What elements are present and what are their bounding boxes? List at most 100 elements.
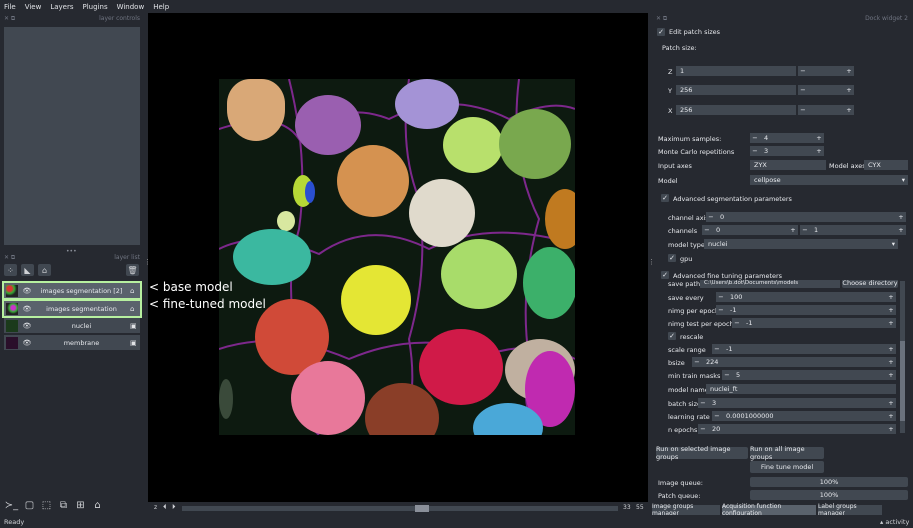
activity-indicator[interactable]: ▴ activity <box>880 518 909 526</box>
bsize-stepper[interactable]: −224 + <box>692 357 896 367</box>
eye-icon[interactable]: 👁 <box>21 287 33 295</box>
chevron-down-icon: ▾ <box>891 240 895 248</box>
dims-slider[interactable] <box>182 505 618 512</box>
gpu-checkbox[interactable]: ✓ <box>668 254 676 262</box>
run-all-button[interactable]: Run on all image groups <box>750 445 824 461</box>
scrollbar-thumb[interactable] <box>900 341 905 421</box>
terminal-icon: ≻_ <box>4 499 19 511</box>
menu-file[interactable]: File <box>4 3 16 11</box>
annotation-base-model: < base model <box>149 280 233 294</box>
menu-view[interactable]: View <box>25 3 42 11</box>
tab-label-groups-manager[interactable]: Label groups manager <box>818 503 882 517</box>
bsize-label: bsize <box>668 359 685 367</box>
menu-help[interactable]: Help <box>153 3 169 11</box>
toggle-ndisplay-button[interactable]: ▢ <box>22 498 37 512</box>
play-forward-button[interactable]: ⏵ <box>172 503 176 512</box>
z-input[interactable]: 1 <box>676 66 796 76</box>
shapes-icon: ◣ <box>24 265 31 275</box>
layer-name: membrane <box>63 338 100 347</box>
x-stepper[interactable]: − + <box>798 105 854 115</box>
model-select-value: cellpose <box>754 176 781 184</box>
new-shapes-layer-button[interactable]: ◣ <box>21 264 34 276</box>
delete-layer-button[interactable]: 🗑 <box>126 264 139 276</box>
fine-tune-scrollbar[interactable] <box>900 281 905 433</box>
y-stepper[interactable]: − + <box>798 85 854 95</box>
n-epochs-stepper[interactable]: −20 + <box>698 424 896 434</box>
layer-row-images-segmentation[interactable]: 👁 images segmentation ⌂ <box>2 299 142 318</box>
dims-slider-bar: z ⏴ ⏵ 33 55 <box>148 502 648 515</box>
close-icon[interactable]: ✕ ⧉ <box>4 15 15 23</box>
image-queue-progress: 100% <box>750 477 908 487</box>
image-icon: ▣ <box>130 338 137 347</box>
min-masks-stepper[interactable]: −5 + <box>722 370 896 380</box>
adv-seg-checkbox[interactable]: ✓ <box>661 194 669 202</box>
input-axes-input[interactable]: ZYX <box>750 160 826 170</box>
nucleus-mask <box>295 95 361 155</box>
model-type-select[interactable]: nuclei ▾ <box>704 239 898 249</box>
run-selected-button[interactable]: Run on selected image groups <box>656 445 748 461</box>
home-button[interactable]: ⌂ <box>90 498 105 512</box>
adv-ft-label: Advanced fine tuning parameters <box>673 272 783 280</box>
nucleus-mask <box>409 179 475 247</box>
menu-plugins[interactable]: Plugins <box>83 3 108 11</box>
transpose-button[interactable]: ⧉ <box>56 498 71 512</box>
choose-directory-button[interactable]: Choose directory <box>842 280 898 288</box>
layer-thumbnail <box>6 336 18 349</box>
play-backward-button[interactable]: ⏴ <box>163 503 167 512</box>
edit-patch-checkbox[interactable]: ✓ <box>657 28 665 36</box>
x-input[interactable]: 256 <box>676 105 796 115</box>
save-every-stepper[interactable]: −100 + <box>716 292 896 302</box>
nimg-stepper[interactable]: − -1 + <box>716 305 896 315</box>
viewer-canvas[interactable] <box>148 13 648 502</box>
layer-thumbnail <box>6 284 18 297</box>
model-name-input[interactable]: nuclei_ft <box>706 384 896 394</box>
close-icon[interactable]: ✕ ⧉ <box>656 15 667 23</box>
max-samples-label: Maximum samples: <box>658 135 722 143</box>
scale-range-stepper[interactable]: − -1 + <box>712 344 896 354</box>
batch-size-stepper[interactable]: −3 + <box>698 398 896 408</box>
model-select[interactable]: cellpose ▾ <box>750 175 908 185</box>
tab-acquisition-function[interactable]: Acquisition function configuration <box>722 503 816 517</box>
learning-rate-stepper[interactable]: −0.0001000000 + <box>712 411 896 421</box>
new-points-layer-button[interactable]: ⁘ <box>4 264 17 276</box>
nucleus-mask <box>291 361 365 435</box>
x-label: X <box>668 107 673 115</box>
mc-stepper[interactable]: −3 + <box>750 146 824 156</box>
nucleus-mask <box>277 211 295 231</box>
console-button[interactable]: ≻_ <box>4 498 19 512</box>
channels-a-stepper[interactable]: −0 + <box>702 225 798 235</box>
close-icon[interactable]: ✕ ⧉ <box>4 254 15 262</box>
layer-row-nuclei[interactable]: 👁 nuclei ▣ <box>4 318 140 333</box>
eye-icon[interactable]: 👁 <box>21 322 33 330</box>
nucleus-mask <box>305 181 315 203</box>
layer-row-membrane[interactable]: 👁 membrane ▣ <box>4 335 140 350</box>
nucleus-mask <box>395 79 459 129</box>
roll-dims-button[interactable]: ⬚ <box>39 498 54 512</box>
model-axes-input[interactable]: CYX <box>864 160 908 170</box>
adv-ft-checkbox[interactable]: ✓ <box>661 271 669 279</box>
layer-name: images segmentation <box>46 304 117 313</box>
grid-view-button[interactable]: ⊞ <box>73 498 88 512</box>
fine-tune-scroll-area[interactable]: save path C:\Users\b.dot\Documents\model… <box>656 280 900 434</box>
menu-window[interactable]: Window <box>117 3 145 11</box>
menu-layers[interactable]: Layers <box>50 3 73 11</box>
y-input[interactable]: 256 <box>676 85 796 95</box>
new-labels-layer-button[interactable]: ⌂ <box>38 264 51 276</box>
model-axes-label: Model axes <box>829 162 866 170</box>
eye-icon[interactable]: 👁 <box>21 339 33 347</box>
dock-title: Dock widget 2 <box>865 15 908 22</box>
save-path-input[interactable]: C:\Users\b.dot\Documents\models <box>700 280 840 288</box>
tab-image-groups-manager[interactable]: Image groups manager <box>652 503 720 517</box>
eye-icon[interactable]: 👁 <box>21 305 33 313</box>
channel-axis-stepper[interactable]: −0 + <box>706 212 906 222</box>
fine-tune-button[interactable]: Fine tune model <box>750 461 824 473</box>
nimg-test-stepper[interactable]: − -1 + <box>732 318 896 328</box>
layer-row-images-segmentation-2[interactable]: 👁 images segmentation [2] ⌂ <box>2 281 142 300</box>
channels-b-stepper[interactable]: −1 + <box>800 225 906 235</box>
dims-slider-handle[interactable] <box>415 505 429 512</box>
layer-thumbnail <box>6 319 18 332</box>
z-stepper[interactable]: − + <box>798 66 854 76</box>
rescale-checkbox[interactable]: ✓ <box>668 332 676 340</box>
nucleus-mask <box>443 117 503 173</box>
max-samples-stepper[interactable]: −4 + <box>750 133 824 143</box>
